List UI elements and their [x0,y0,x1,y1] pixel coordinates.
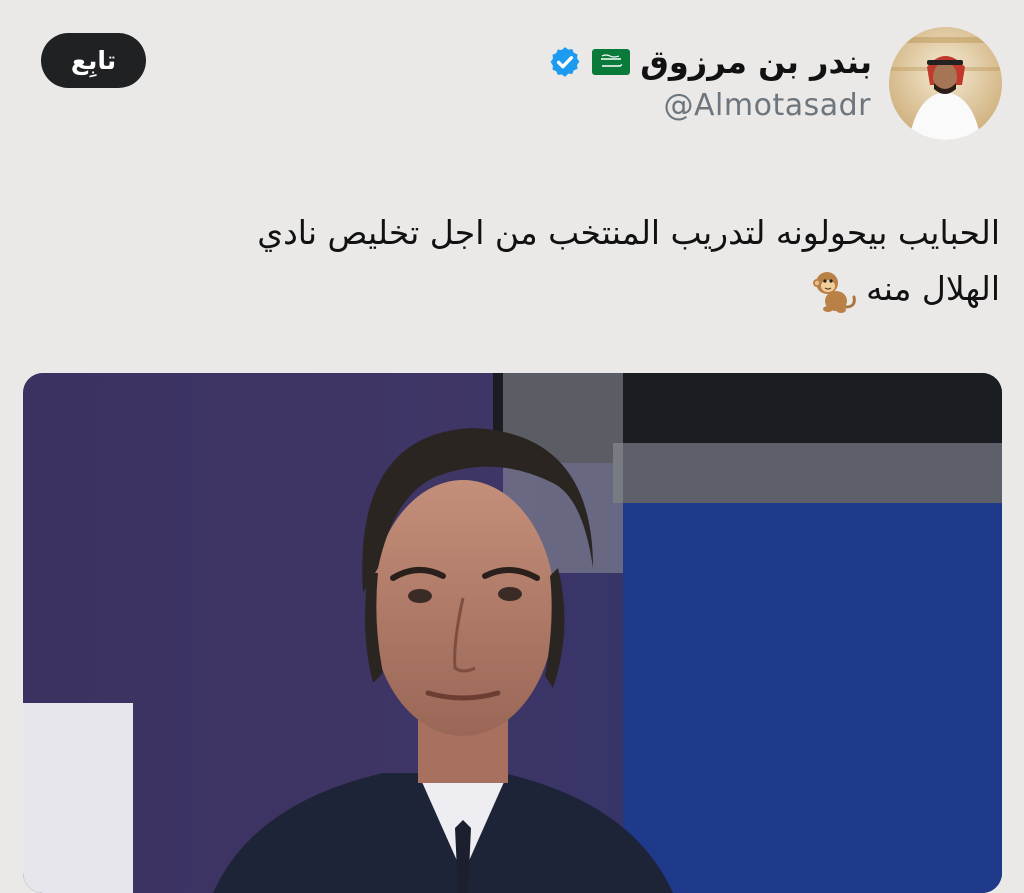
monkey-icon [813,271,856,313]
tweet-text: الحبايب بيحولونه لتدريب المنتخب من اجل ت… [60,205,1000,317]
tweet-line-2-text: الهلال منه [866,269,1000,308]
tweet-line-1: الحبايب بيحولونه لتدريب المنتخب من اجل ت… [257,213,1000,252]
display-name-row[interactable]: بندر بن مرزوق [548,38,872,86]
user-handle[interactable]: @Almotasadr [664,88,871,123]
verified-badge-icon [550,47,580,77]
avatar[interactable] [889,27,1002,140]
tweet-line-2: الهلال منه [60,261,1000,317]
display-name[interactable]: بندر بن مرزوق [640,43,872,81]
saudi-flag-icon [592,49,631,75]
follow-button[interactable]: تابِع [41,33,146,88]
tweet-media-image[interactable] [23,373,1002,893]
